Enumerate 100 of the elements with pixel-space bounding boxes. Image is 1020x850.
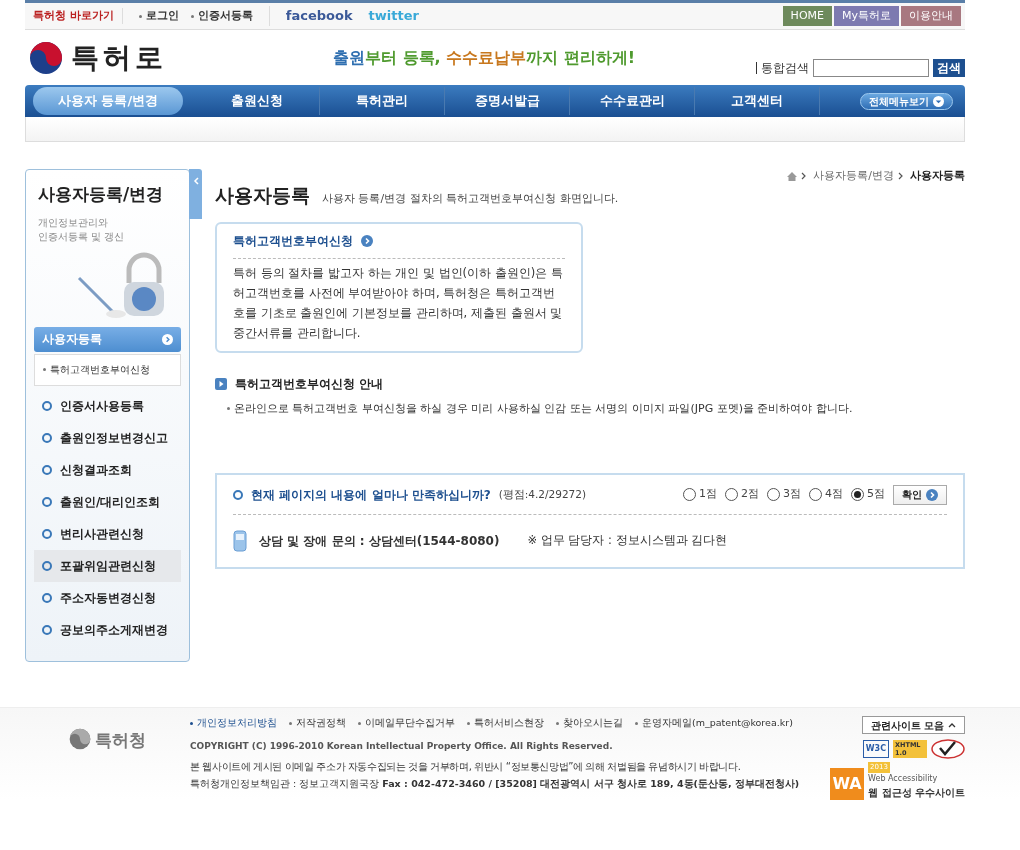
footer-link[interactable]: 운영자메일(m_patent@korea.kr): [635, 716, 793, 731]
circle-bullet-icon: [42, 496, 52, 507]
play-square-icon: [215, 377, 227, 390]
footer-link[interactable]: 저작권정책: [289, 716, 346, 731]
survey-score: (평점:4.2/29272): [498, 486, 587, 502]
sidebar-item[interactable]: 출원인/대리인조회: [34, 485, 181, 518]
bullet-icon: [467, 721, 470, 725]
sidebar-item[interactable]: 변리사관련신청: [34, 517, 181, 550]
ring-bullet-icon: [233, 489, 243, 500]
sidebar-title: 사용자등록/변경: [37, 183, 165, 206]
sidebar-item[interactable]: 포괄위임관련신청: [34, 549, 181, 582]
circle-bullet-icon: [42, 592, 52, 603]
caret-icon: [933, 95, 944, 107]
bullet-icon: [190, 721, 193, 725]
nav-tab[interactable]: 특허관리: [320, 87, 445, 115]
radio-button[interactable]: [851, 488, 864, 501]
home-icon: [787, 171, 798, 181]
rating-option[interactable]: 3점: [767, 486, 801, 503]
confirm-button[interactable]: 확인: [893, 484, 947, 505]
sidebar-subtitle: 개인정보관리와: [38, 215, 109, 230]
footer-link[interactable]: 이메일무단수집거부: [358, 716, 455, 731]
radio-button[interactable]: [767, 488, 780, 501]
copyright-text: COPYRIGHT (C) 1996-2010 Korean Intellectual Property Office. All Rights Reserved.: [190, 740, 614, 754]
checkmark-seal-icon: [931, 739, 965, 759]
top-menu-button[interactable]: HOME: [782, 6, 832, 26]
nav-tab[interactable]: 고객센터: [695, 87, 820, 115]
footer-link[interactable]: 찾아오시는길: [556, 716, 623, 731]
circle-bullet-icon: [42, 560, 52, 571]
contact-note: ※ 업무 담당자 : 정보시스템과 김다현: [527, 532, 728, 550]
arrow-circle-icon: [361, 234, 373, 247]
top-menu-button[interactable]: My특허로: [834, 6, 899, 26]
info-box-title: 특허고객번호부여신청: [233, 232, 353, 250]
sidebar-item[interactable]: 주소자동변경신청: [34, 581, 181, 614]
wa-caption: Web Accessibility: [868, 772, 939, 785]
page-title: 사용자등록: [215, 183, 310, 208]
footer-link[interactable]: 개인정보처리방침: [190, 716, 277, 731]
taegeuk-logo-icon: [69, 728, 91, 750]
info-box-text: 특허 등의 절차를 밟고자 하는 개인 및 법인(이하 출원인)은 특허고객번호를 사전에 부여받아야 하며, 특허청은 특허고객번호를 기초로 출원인에 기본정보를 관리하며, 제출된 출원서 및 중간서류를 관리합니다.: [233, 264, 564, 342]
taegeuk-logo-icon: [29, 40, 63, 75]
bullet-icon: [43, 368, 46, 372]
circle-bullet-icon: [42, 624, 52, 635]
bullet-icon: [289, 721, 292, 725]
mobile-phone-icon: [233, 530, 247, 552]
radio-button[interactable]: [683, 488, 696, 501]
arrow-circle-icon: [926, 488, 938, 501]
radio-button[interactable]: [809, 488, 822, 501]
circle-bullet-icon: [42, 528, 52, 539]
footer-logo: 특허청: [95, 729, 146, 752]
circle-bullet-icon: [42, 464, 52, 475]
sidebar-subitem[interactable]: 특허고객번호부여신청: [43, 362, 172, 377]
rating-option[interactable]: 1점: [683, 486, 717, 503]
bullet-icon: [358, 721, 361, 725]
sidebar-item[interactable]: 신청결과조회: [34, 453, 181, 486]
guide-heading: 특허고객번호부여신청 안내: [235, 375, 384, 393]
sidebar-subtitle: 인증서등록 및 갱신: [38, 229, 126, 244]
rating-option[interactable]: 2점: [725, 486, 759, 503]
top-menu-button[interactable]: 이용안내: [901, 6, 961, 26]
footer-address: 특허청개인정보책임관 : 정보고객지원국장 Fax : 042-472-3460 / [35208] 대전광역시 서구 청사로 189, 4동(둔산동, 정부대전청사): [190, 776, 801, 791]
contact-info: 상담 및 장애 문의 : 상담센터(1544-8080): [259, 533, 500, 550]
bullet-icon: [138, 14, 142, 18]
wa-badge: WA: [830, 767, 865, 800]
chevron-left-icon: [192, 177, 199, 185]
sidebar-item[interactable]: 공보의주소게재변경: [34, 613, 181, 646]
site-logo[interactable]: 특허로: [71, 36, 167, 79]
chevron-right-icon: [898, 172, 903, 180]
breadcrumb-item[interactable]: 사용자등록/변경: [813, 167, 894, 185]
nav-tab[interactable]: 증명서발급: [445, 87, 570, 115]
all-menu-button[interactable]: 전체메뉴보기: [860, 92, 953, 110]
nav-tab[interactable]: 출원신청: [195, 87, 320, 115]
top-link[interactable]: 로그인: [138, 7, 179, 25]
survey-question: 현재 페이지의 내용에 얼마나 만족하십니까?: [251, 486, 491, 504]
rating-option[interactable]: 5점: [851, 486, 885, 503]
bullet-icon: [635, 721, 638, 725]
chevron-up-icon: [948, 722, 956, 728]
footer-link[interactable]: 특허서비스현장: [467, 716, 544, 731]
rating-option[interactable]: 4점: [809, 486, 843, 503]
shortcut-link[interactable]: 특허청 바로가기: [25, 7, 122, 25]
radio-button[interactable]: [725, 488, 738, 501]
nav-tab[interactable]: 수수료관리: [570, 87, 695, 115]
bullet-icon: [556, 721, 559, 725]
guide-text: 온라인으로 특허고객번호 부여신청을 하실 경우 미리 사용하실 인감 또는 서명의 이미지 파일(JPG 포멧)을 준비하여야 합니다.: [234, 400, 853, 417]
circle-bullet-icon: [42, 400, 52, 411]
bullet-icon: [227, 407, 230, 411]
search-label: 통합검색: [756, 61, 809, 74]
wa-title: 웹 접근성 우수사이트: [868, 785, 965, 800]
top-link[interactable]: 인증서등록: [190, 7, 253, 25]
sidebar-item[interactable]: 출원인정보변경신고: [34, 421, 181, 454]
bullet-icon: [190, 14, 194, 18]
w3c-badge: W3C: [862, 740, 889, 758]
related-sites-button[interactable]: 관련사이트 모음: [861, 716, 965, 734]
arrow-circle-icon: [162, 333, 173, 345]
breadcrumb-item: 사용자등록: [910, 167, 965, 184]
search-field[interactable]: [813, 58, 929, 77]
email-notice: 본 웹사이트에 게시된 이메일 주소가 자동수집되는 것을 거부하며, 위반시 “정보통신망법”에 의해 처벌됨을 유념하시기 바랍니다.: [190, 759, 742, 774]
slogan: 출원부터 등록, 수수료납부까지 편리하게!: [333, 46, 636, 69]
chevron-right-icon: [801, 172, 807, 180]
page-description: 사용자 등록/변경 절차의 특허고객번호부여신청 화면입니다.: [322, 191, 619, 207]
social-link[interactable]: facebook: [285, 6, 353, 26]
search-button[interactable]: 검색: [933, 58, 965, 77]
sidebar-item[interactable]: 인증서사용등록: [34, 389, 181, 422]
